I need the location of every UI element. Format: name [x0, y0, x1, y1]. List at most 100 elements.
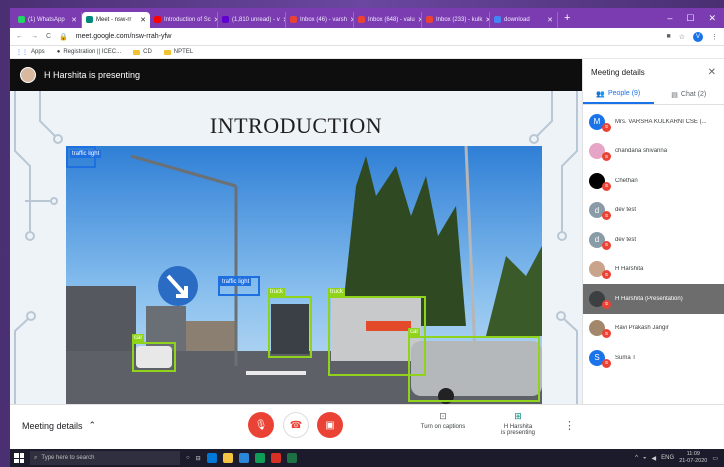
window-controls: – ☐ ✕	[667, 13, 724, 24]
browser-tab[interactable]: Inbox (648) - valu✕	[354, 11, 422, 28]
panel-tabs: 👥 People (9) ▤ Chat (2)	[583, 85, 724, 105]
reload-icon[interactable]: C	[46, 33, 51, 40]
file-explorer-icon[interactable]	[222, 453, 233, 463]
browser-tab[interactable]: Meet - nsw-rr ✕	[82, 11, 150, 28]
participant-row[interactable]: ⦸ Ravi Prakash Jangir	[583, 314, 724, 344]
participant-avatar: d ⦸	[589, 231, 611, 250]
notifications-icon[interactable]: ▭	[712, 455, 718, 462]
participant-row[interactable]: ⦸ Chethan	[583, 166, 724, 196]
detection-box: traffic light	[218, 276, 260, 296]
tab-favicon-icon	[358, 16, 365, 23]
maximize-icon[interactable]: ☐	[686, 13, 694, 24]
tab-favicon-icon	[290, 16, 297, 23]
excel-icon[interactable]	[286, 453, 297, 463]
menu-icon[interactable]: ⋮	[711, 33, 718, 41]
meet-bottom-bar: Meeting details ⌃ 🎙 ☎ ▣ ⊡ Turn on captio…	[10, 404, 724, 449]
close-tab-icon[interactable]: ✕	[140, 16, 146, 24]
close-tab-icon[interactable]: ✕	[547, 16, 553, 24]
system-tray: ^ ◒ ◀ ENG 11:09 21-07-2020 ▭	[635, 451, 724, 465]
captions-button[interactable]: ⊡ Turn on captions	[413, 411, 473, 430]
star-icon[interactable]: ☆	[679, 33, 685, 41]
tab-label: Inbox (233) - kulk	[436, 16, 483, 23]
camera-indicator-icon[interactable]: ■	[666, 33, 670, 40]
leave-call-button[interactable]: ☎	[283, 412, 309, 438]
folder-icon	[163, 49, 171, 55]
close-tab-icon[interactable]: ✕	[71, 16, 77, 24]
tab-people[interactable]: 👥 People (9)	[583, 85, 654, 104]
meeting-details-panel: Meeting details ✕ 👥 People (9) ▤ Chat (2…	[582, 59, 724, 404]
camera-off-icon: ▣	[325, 419, 335, 431]
globe-icon: ●	[56, 49, 61, 55]
muted-icon: ⦸	[602, 181, 611, 191]
bookmark-nptel[interactable]: NPTEL	[163, 49, 193, 55]
meeting-details-button[interactable]: Meeting details ⌃	[22, 420, 96, 431]
participant-row[interactable]: ⦸ H Harshita (Presentation)	[583, 284, 724, 314]
tab-favicon-icon	[86, 16, 93, 23]
participant-row[interactable]: M ⦸ Mrs. VARSHA KULKARNI CSE (...	[583, 107, 724, 137]
browser-tab[interactable]: (1,810 unread) - v✕	[218, 11, 286, 28]
profile-avatar[interactable]: V	[693, 31, 703, 42]
ie-icon[interactable]	[254, 453, 265, 463]
windows-start-icon[interactable]	[14, 453, 24, 463]
tab-label: Inbox (648) - valu	[368, 16, 415, 23]
url-field[interactable]: meet.google.com/nsw-rrah-yfw	[76, 33, 172, 40]
language-indicator[interactable]: ENG	[661, 455, 674, 461]
edge-icon[interactable]	[206, 453, 217, 463]
tab-label: download	[504, 16, 530, 23]
participant-name: Mrs. VARSHA KULKARNI CSE (...	[615, 118, 707, 125]
participant-row[interactable]: S ⦸ Suma T	[583, 343, 724, 373]
store-icon[interactable]	[238, 453, 249, 463]
screen: (1) WhatsApp ✕ Meet - nsw-rr ✕ Introduction …	[10, 8, 724, 467]
browser-tab[interactable]: (1) WhatsApp ✕	[14, 11, 82, 28]
traffic-scene-image: traffic light traffic light truck truck …	[66, 146, 542, 404]
bookmark-registration[interactable]: ● Registration || ICEC...	[57, 49, 121, 55]
mic-off-icon: 🎙	[254, 419, 268, 431]
minimize-icon[interactable]: –	[667, 13, 672, 24]
close-window-icon[interactable]: ✕	[708, 13, 716, 24]
detection-box: truck	[268, 288, 312, 358]
task-view-icon[interactable]: ⊟	[196, 455, 201, 462]
tab-favicon-icon	[222, 16, 229, 23]
network-icon[interactable]: ◒	[643, 455, 647, 461]
more-options-icon[interactable]: ⋮	[564, 419, 575, 432]
browser-tab[interactable]: download ✕	[490, 11, 558, 28]
tab-favicon-icon	[18, 16, 25, 23]
participant-row[interactable]: d ⦸ dev test	[583, 225, 724, 255]
windows-taskbar: ⌕ Type here to search ○ ⊟ ^ ◒ ◀ ENG 11:0…	[10, 449, 724, 467]
participant-name: Chethan	[615, 177, 638, 184]
participant-name: chandana shivanna	[615, 148, 668, 155]
browser-tab[interactable]: Inbox (46) - varsh✕	[286, 11, 354, 28]
participant-avatar: ⦸	[589, 290, 611, 309]
clock[interactable]: 11:09 21-07-2020	[679, 451, 707, 465]
muted-icon: ⦸	[602, 329, 611, 339]
browser-tab[interactable]: Introduction of Sc✕	[150, 11, 218, 28]
tab-chat[interactable]: ▤ Chat (2)	[654, 85, 724, 104]
volume-icon[interactable]: ◀	[652, 455, 657, 462]
browser-tab[interactable]: Inbox (233) - kulk✕	[422, 11, 490, 28]
mic-toggle-button[interactable]: 🎙	[248, 412, 274, 438]
participant-row[interactable]: ⦸ chandana shivanna	[583, 137, 724, 167]
tray-chevron-icon[interactable]: ^	[635, 455, 638, 461]
cortana-icon[interactable]: ○	[186, 455, 190, 461]
presenting-button[interactable]: ⊞ H Harshita is presenting	[488, 411, 548, 436]
camera-toggle-button[interactable]: ▣	[317, 412, 343, 438]
bookmark-cd[interactable]: CD	[133, 49, 152, 55]
browser-tab-strip: (1) WhatsApp ✕ Meet - nsw-rr ✕ Introduction …	[10, 8, 724, 28]
forward-icon[interactable]: →	[31, 33, 38, 40]
back-icon[interactable]: ←	[16, 33, 23, 40]
taskbar-search[interactable]: ⌕ Type here to search	[30, 451, 180, 465]
address-bar: ← → C 🔒 meet.google.com/nsw-rrah-yfw ■ ☆…	[10, 28, 724, 46]
panel-header: Meeting details ✕	[583, 59, 724, 85]
muted-icon: ⦸	[602, 122, 611, 132]
chrome-icon[interactable]	[270, 453, 281, 463]
new-tab-button[interactable]: +	[564, 12, 570, 24]
lock-icon: 🔒	[59, 33, 68, 41]
participant-avatar: d ⦸	[589, 202, 611, 221]
participant-row[interactable]: ⦸ H Harshita	[583, 255, 724, 285]
bookmark-apps[interactable]: ⋮⋮ Apps	[16, 49, 45, 56]
panel-title: Meeting details	[591, 67, 645, 77]
chat-icon: ▤	[671, 91, 678, 99]
participant-row[interactable]: d ⦸ dev test	[583, 196, 724, 226]
close-panel-icon[interactable]: ✕	[708, 67, 716, 78]
participant-name: H Harshita	[615, 266, 644, 273]
